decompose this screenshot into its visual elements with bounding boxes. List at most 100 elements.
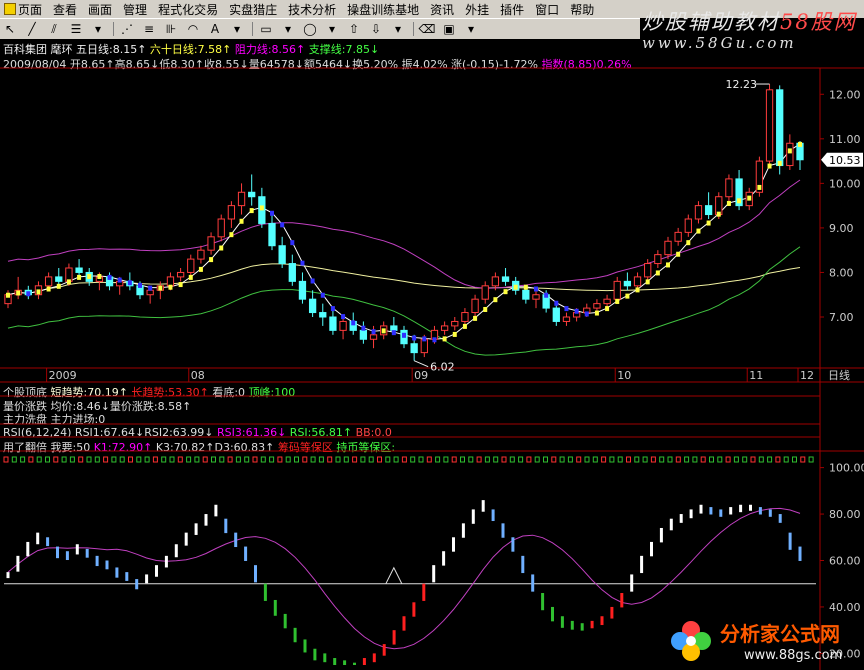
- trend-marker: [605, 306, 610, 312]
- trend-marker: [554, 300, 559, 306]
- candle-body: [654, 254, 662, 265]
- osc-bar: [521, 555, 525, 574]
- osc-bar: [174, 544, 178, 558]
- trend-marker: [107, 274, 112, 280]
- signal-marker: [709, 456, 714, 463]
- osc-bar: [254, 565, 257, 583]
- osc-bar: [323, 653, 327, 663]
- osc-bar: [788, 532, 792, 550]
- signal-marker: [758, 456, 764, 463]
- candle-body: [359, 329, 368, 340]
- osc-bar: [689, 509, 693, 519]
- signal-marker: [642, 456, 648, 463]
- osc-spike: [385, 566, 403, 584]
- signal-marker: [343, 456, 349, 463]
- osc-bar: [412, 602, 416, 617]
- trend-marker: [188, 274, 193, 280]
- osc-bar: [452, 537, 455, 552]
- signal-marker: [808, 456, 814, 463]
- osc-bar: [432, 565, 436, 583]
- price-tick-label: 11.00: [829, 133, 861, 146]
- osc-bar: [709, 507, 713, 515]
- osc-tick-label: 80.00: [829, 508, 861, 521]
- osc-bar: [214, 504, 218, 517]
- signal-marker: [128, 456, 133, 463]
- trend-marker: [6, 292, 10, 298]
- candle-body: [633, 276, 642, 287]
- osc-bar: [679, 514, 683, 523]
- signal-marker: [377, 456, 382, 463]
- signal-marker: [584, 456, 590, 463]
- trend-marker: [666, 262, 670, 268]
- signal-marker: [20, 456, 26, 463]
- trend-marker: [290, 240, 295, 246]
- candle-body: [562, 316, 571, 322]
- osc-bar: [46, 537, 50, 547]
- osc-bar: [16, 555, 20, 572]
- trend-marker: [757, 184, 762, 190]
- price-tick-label: 7.00: [829, 311, 854, 324]
- candle-body: [227, 205, 236, 220]
- trend-marker: [198, 266, 203, 272]
- trend-marker: [503, 289, 508, 295]
- signal-marker: [410, 456, 416, 463]
- osc-bar: [471, 509, 475, 524]
- trend-marker: [300, 260, 305, 266]
- osc-bar: [630, 574, 634, 592]
- candle-body: [197, 249, 205, 260]
- osc-bar: [234, 532, 238, 548]
- signal-marker: [227, 456, 233, 463]
- candle-body: [319, 312, 327, 318]
- candle-body: [207, 236, 215, 251]
- candle-body: [725, 178, 733, 198]
- signal-marker: [11, 456, 17, 463]
- osc-bar: [263, 583, 267, 601]
- candle-body: [613, 280, 621, 300]
- trend-marker: [645, 279, 650, 285]
- candle-body: [674, 231, 682, 242]
- signal-marker: [509, 456, 515, 463]
- signal-marker: [634, 456, 640, 463]
- signal-marker: [609, 456, 615, 463]
- candle-body: [44, 276, 53, 287]
- trend-marker: [16, 290, 21, 296]
- signal-marker: [211, 456, 216, 463]
- osc-bar: [333, 658, 337, 665]
- trend-marker: [635, 287, 640, 293]
- candle-body: [481, 285, 489, 300]
- candle-body: [217, 218, 225, 238]
- osc-bar: [768, 509, 772, 517]
- osc-bar: [283, 613, 287, 629]
- candle-body: [522, 289, 530, 300]
- osc-bar: [541, 593, 545, 611]
- osc-bar: [798, 546, 802, 561]
- signal-marker: [659, 456, 665, 463]
- candle-body: [248, 191, 256, 198]
- osc-bar: [620, 593, 624, 608]
- signal-marker: [650, 456, 656, 463]
- osc-bar: [372, 653, 376, 663]
- trend-marker: [56, 283, 61, 289]
- osc-bar: [382, 644, 386, 656]
- signal-marker: [335, 456, 341, 463]
- trend-marker: [706, 220, 711, 226]
- osc-bar: [105, 560, 109, 570]
- candle-body: [146, 289, 154, 296]
- trend-marker: [726, 200, 731, 206]
- candle-body: [765, 89, 774, 162]
- signal-marker: [36, 456, 42, 463]
- candle-body: [552, 307, 560, 322]
- candle-body: [268, 222, 276, 247]
- signal-marker: [401, 456, 407, 463]
- trend-marker: [442, 336, 447, 342]
- osc-bar: [6, 572, 10, 579]
- signal-marker: [202, 456, 208, 463]
- osc-bar: [659, 527, 663, 543]
- trend-marker: [402, 332, 406, 338]
- osc-bar: [640, 555, 644, 574]
- candle-body: [623, 280, 632, 287]
- trend-marker: [36, 289, 41, 295]
- signal-marker: [194, 456, 200, 463]
- date-axis-label: 08: [191, 369, 205, 382]
- signal-marker: [94, 456, 100, 463]
